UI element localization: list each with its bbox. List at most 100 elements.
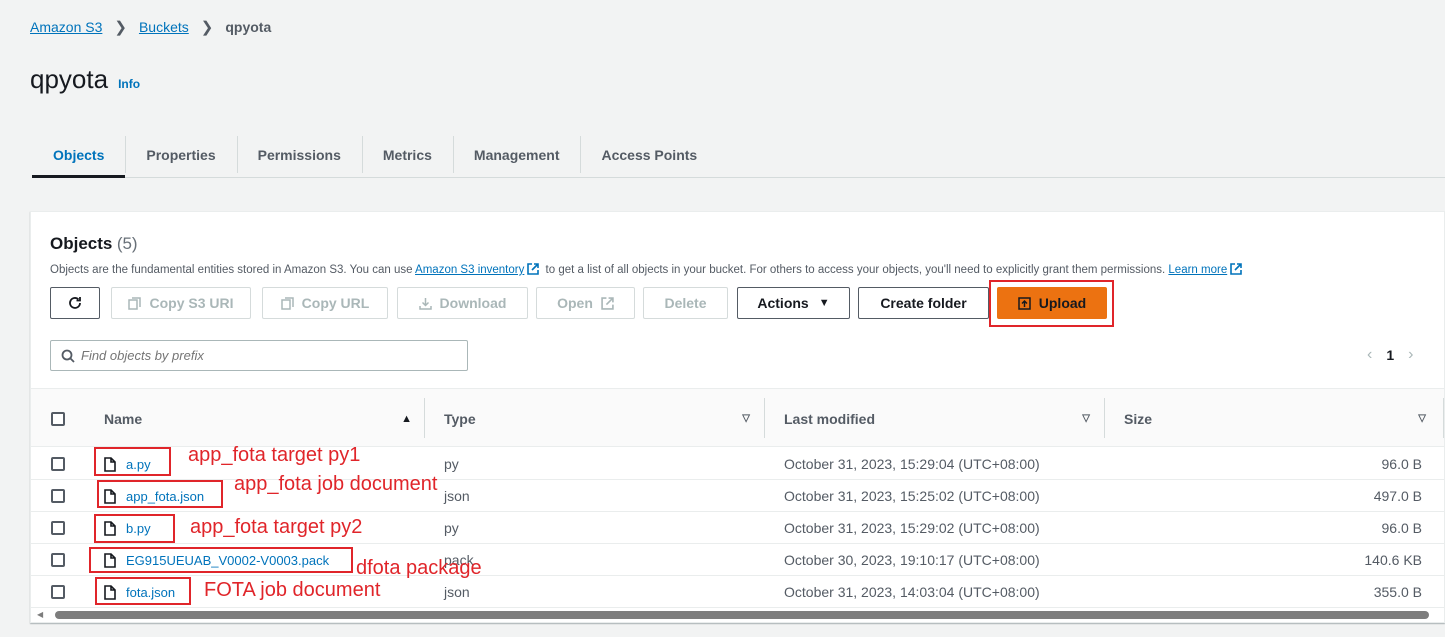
create-folder-button[interactable]: Create folder: [858, 287, 989, 319]
chevron-right-icon[interactable]: ›: [1408, 346, 1413, 364]
scrollbar-thumb[interactable]: [55, 611, 1429, 619]
download-button[interactable]: Download: [397, 287, 528, 319]
refresh-icon: [69, 297, 81, 309]
annotation-b-py: app_fota target py2: [190, 516, 363, 538]
upload-button[interactable]: Upload: [997, 287, 1107, 319]
tab-permissions[interactable]: Permissions: [236, 132, 362, 177]
delete-button[interactable]: Delete: [643, 287, 728, 319]
object-type: py: [444, 520, 459, 536]
page-header: qpyota Info: [30, 64, 140, 95]
annotation-a-py: app_fota target py1: [188, 444, 361, 466]
object-last-modified: October 31, 2023, 15:29:04 (UTC+08:00): [784, 456, 1040, 472]
object-type: json: [444, 488, 470, 504]
page-title: qpyota: [30, 64, 109, 94]
object-type: py: [444, 456, 459, 472]
object-last-modified: October 30, 2023, 19:10:17 (UTC+08:00): [784, 552, 1040, 568]
search-box: [50, 340, 468, 371]
object-size: 355.0 B: [1373, 584, 1422, 600]
page-number[interactable]: 1: [1386, 347, 1394, 363]
horizontal-scrollbar[interactable]: ◀: [37, 610, 1444, 620]
annotation-app-fota: app_fota job document: [234, 473, 438, 495]
object-size: 140.6 KB: [1364, 552, 1422, 568]
open-button[interactable]: Open: [536, 287, 635, 319]
select-all-checkbox[interactable]: [51, 411, 65, 426]
copy-url-button[interactable]: Copy URL: [262, 287, 388, 319]
object-name-link[interactable]: fota.json: [126, 585, 175, 600]
column-type[interactable]: Type ▽: [444, 389, 764, 448]
copy-icon: [128, 296, 142, 310]
tab-objects[interactable]: Objects: [32, 132, 126, 178]
row-checkbox[interactable]: [51, 457, 65, 471]
search-input[interactable]: [81, 348, 441, 363]
object-name-link[interactable]: b.py: [126, 521, 151, 536]
objects-count: (5): [116, 234, 138, 253]
scroll-left-icon[interactable]: ◀: [37, 610, 43, 619]
annotation-fota: FOTA job document: [204, 579, 381, 601]
column-last-modified-label: Last modified: [784, 410, 876, 427]
download-icon: [418, 297, 432, 310]
object-name-link[interactable]: EG915UEUAB_V0002-V0003.pack: [126, 553, 329, 568]
file-icon: [104, 488, 116, 504]
sort-ascending-icon: ▲: [401, 412, 412, 425]
download-label: Download: [439, 295, 507, 311]
annotation-pack: dfota package: [356, 557, 482, 579]
select-all-cell: [51, 389, 65, 448]
tab-management[interactable]: Management: [452, 132, 581, 177]
tab-metrics[interactable]: Metrics: [361, 132, 453, 177]
breadcrumb-amazon-s3[interactable]: Amazon S3: [30, 19, 102, 35]
object-size: 96.0 B: [1381, 520, 1422, 536]
copy-icon: [280, 296, 294, 310]
open-label: Open: [557, 295, 593, 311]
copy-s3-uri-label: Copy S3 URI: [149, 295, 234, 311]
sort-icon: ▽: [742, 413, 750, 424]
object-name-link[interactable]: app_fota.json: [126, 489, 204, 504]
file-icon: [104, 520, 116, 536]
tab-properties[interactable]: Properties: [125, 132, 236, 177]
object-last-modified: October 31, 2023, 15:25:02 (UTC+08:00): [784, 488, 1040, 504]
object-size: 497.0 B: [1373, 488, 1422, 504]
sort-icon: ▽: [1082, 413, 1090, 424]
learn-more-link[interactable]: Learn more: [1168, 264, 1227, 276]
info-link[interactable]: Info: [118, 77, 140, 91]
delete-label: Delete: [664, 295, 707, 311]
row-checkbox[interactable]: [51, 553, 65, 567]
inventory-link[interactable]: Amazon S3 inventory: [415, 264, 524, 276]
upload-icon: [1018, 296, 1031, 310]
actions-label: Actions: [757, 295, 809, 311]
search-icon: [61, 349, 75, 363]
refresh-button[interactable]: [50, 287, 100, 319]
column-size[interactable]: Size ▽: [1124, 389, 1434, 448]
column-name[interactable]: Name ▲: [104, 389, 424, 448]
object-type: json: [444, 584, 470, 600]
tab-access-points[interactable]: Access Points: [580, 132, 718, 177]
external-link-icon: [527, 263, 540, 275]
create-folder-label: Create folder: [880, 295, 967, 311]
column-size-label: Size: [1124, 410, 1153, 427]
column-last-modified[interactable]: Last modified ▽: [784, 389, 1104, 448]
file-icon: [104, 552, 116, 568]
chevron-right-icon: ❯: [200, 19, 214, 36]
object-last-modified: October 31, 2023, 14:03:04 (UTC+08:00): [784, 584, 1040, 600]
row-checkbox[interactable]: [51, 585, 65, 599]
desc-text: Objects are the fundamental entities sto…: [50, 264, 416, 276]
sort-icon: ▽: [1418, 413, 1426, 424]
file-icon: [104, 584, 116, 600]
table-row[interactable]: EG915UEUAB_V0002-V0003.pack pack October…: [31, 544, 1444, 576]
upload-label: Upload: [1038, 295, 1087, 311]
copy-s3-uri-button[interactable]: Copy S3 URI: [111, 287, 251, 319]
actions-button[interactable]: Actions ▼: [737, 287, 850, 319]
column-name-label: Name: [104, 410, 143, 427]
object-size: 96.0 B: [1381, 456, 1422, 472]
row-checkbox[interactable]: [51, 521, 65, 535]
external-link-icon: [1230, 263, 1243, 275]
copy-url-label: Copy URL: [301, 295, 370, 311]
object-name-link[interactable]: a.py: [126, 457, 151, 472]
external-link-icon: [601, 296, 614, 310]
breadcrumb-buckets[interactable]: Buckets: [139, 19, 189, 35]
desc-text-2: to get a list of all objects in your buc…: [542, 264, 1169, 276]
chevron-left-icon[interactable]: ‹: [1367, 346, 1372, 364]
objects-description: Objects are the fundamental entities sto…: [50, 263, 1245, 276]
row-checkbox[interactable]: [51, 489, 65, 503]
tab-bar: Objects Properties Permissions Metrics M…: [32, 132, 1445, 178]
breadcrumb: Amazon S3 ❯ Buckets ❯ qpyota: [30, 18, 271, 36]
